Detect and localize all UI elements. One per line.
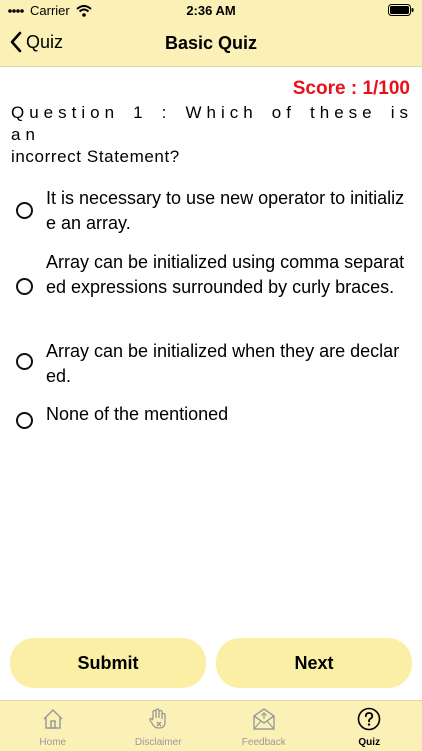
radio-button-icon[interactable] (16, 202, 33, 219)
answer-option-1[interactable]: It is necessary to use new operator to i… (14, 186, 410, 238)
mail-icon (252, 707, 276, 731)
home-icon (41, 707, 65, 731)
radio-button-icon[interactable] (16, 412, 33, 429)
battery-icon (388, 4, 414, 16)
next-button[interactable]: Next (216, 638, 412, 688)
tab-home[interactable]: Home (0, 701, 106, 751)
navigation-bar: Quiz Basic Quiz (0, 22, 422, 67)
tab-label: Feedback (211, 737, 317, 748)
tab-quiz[interactable]: Quiz (317, 701, 422, 751)
status-bar: Carrier 2:36 AM (0, 0, 422, 22)
answer-option-text: None of the mentioned (46, 402, 408, 427)
answer-option-text: Array can be initialized when they are d… (46, 339, 408, 389)
question-text: Question 1 : Which of these is an incorr… (11, 102, 413, 168)
score-label: Score : 1/100 (293, 78, 410, 100)
question-line-2: incorrect Statement? (11, 146, 413, 168)
tab-label: Home (0, 737, 106, 748)
hand-icon (146, 707, 170, 731)
answer-option-text: It is necessary to use new operator to i… (46, 186, 408, 236)
page-title: Basic Quiz (0, 33, 422, 54)
submit-button[interactable]: Submit (10, 638, 206, 688)
tab-label: Quiz (317, 737, 422, 748)
answer-option-2[interactable]: Array can be initialized using comma sep… (14, 250, 410, 326)
question-icon (357, 707, 381, 731)
status-time: 2:36 AM (0, 3, 422, 18)
tab-disclaimer[interactable]: Disclaimer (106, 701, 212, 751)
tab-label: Disclaimer (106, 737, 212, 748)
radio-button-icon[interactable] (16, 278, 33, 295)
tab-bar: Home Disclaimer Feedback Quiz (0, 700, 422, 751)
radio-button-icon[interactable] (16, 353, 33, 370)
answer-option-4[interactable]: None of the mentioned (14, 402, 410, 432)
answer-option-3[interactable]: Array can be initialized when they are d… (14, 339, 410, 391)
question-line-1: Question 1 : Which of these is an (11, 102, 413, 146)
tab-feedback[interactable]: Feedback (211, 701, 317, 751)
answer-option-text: Array can be initialized using comma sep… (46, 250, 408, 300)
